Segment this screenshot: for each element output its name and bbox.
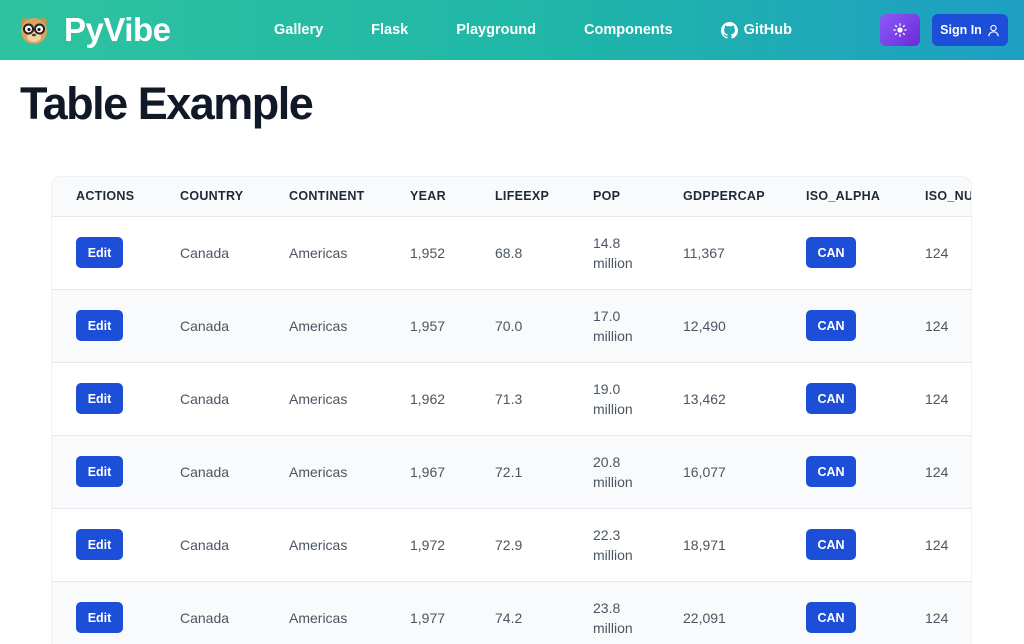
sun-icon: [893, 23, 907, 37]
cell-pop: 23.8 million: [593, 599, 633, 636]
github-icon: [720, 21, 738, 39]
cell-iso-num: 124: [925, 390, 949, 407]
cell-gdppercap: 11,367: [683, 244, 725, 261]
column-header-country: COUNTRY: [180, 189, 244, 204]
cell-year: 1,972: [410, 536, 446, 553]
nav-link-github-label: GitHub: [743, 22, 792, 38]
cell-pop: 14.8 million: [593, 234, 633, 271]
cell-continent: Americas: [289, 536, 348, 553]
edit-button[interactable]: Edit: [76, 383, 123, 414]
cell-pop: 20.8 million: [593, 453, 633, 490]
cell-lifeexp: 74.2: [495, 609, 523, 626]
cell-year: 1,977: [410, 609, 446, 626]
nav-link-github[interactable]: GitHub: [720, 21, 792, 39]
nav-link-flask[interactable]: Flask: [371, 22, 408, 38]
cell-iso-num: 124: [925, 463, 949, 480]
cell-year: 1,967: [410, 463, 446, 480]
cell-iso-num: 124: [925, 536, 949, 553]
column-header-pop: POP: [593, 189, 621, 204]
edit-button[interactable]: Edit: [76, 456, 123, 487]
table-row: Edit Canada Americas 1,957 70.0 17.0 mil…: [52, 289, 971, 362]
iso-alpha-badge[interactable]: CAN: [806, 602, 856, 634]
column-header-actions: ACTIONS: [76, 189, 135, 204]
column-header-year: YEAR: [410, 189, 446, 204]
edit-button[interactable]: Edit: [76, 602, 123, 634]
cell-iso-num: 124: [925, 609, 949, 626]
table-row: Edit Canada Americas 1,977 74.2 23.8 mil…: [52, 581, 971, 644]
cell-gdppercap: 13,462: [683, 390, 726, 407]
cell-continent: Americas: [289, 390, 348, 407]
cell-gdppercap: 18,971: [683, 536, 726, 553]
cell-lifeexp: 70.0: [495, 317, 523, 334]
sign-in-label: Sign In: [940, 23, 982, 37]
cell-country: Canada: [180, 390, 230, 407]
data-table: ACTIONS COUNTRY CONTINENT YEAR LIFEEXP P…: [52, 177, 972, 644]
sign-in-button[interactable]: Sign In: [932, 14, 1008, 46]
table-row: Edit Canada Americas 1,962 71.3 19.0 mil…: [52, 362, 971, 435]
cell-lifeexp: 71.3: [495, 390, 523, 407]
table-row: Edit Canada Americas 1,952 68.8 14.8 mil…: [52, 216, 971, 289]
cell-lifeexp: 72.1: [495, 463, 523, 480]
nav-link-playground[interactable]: Playground: [456, 22, 536, 38]
cell-continent: Americas: [289, 609, 348, 626]
cell-year: 1,957: [410, 317, 446, 334]
cell-lifeexp: 72.9: [495, 536, 523, 553]
cell-country: Canada: [180, 609, 230, 626]
cell-year: 1,962: [410, 390, 446, 407]
navbar: PyVibe Gallery Flask Playground Componen…: [0, 0, 1024, 60]
brand-name: PyVibe: [64, 11, 171, 48]
column-header-gdppercap: GDPPERCAP: [683, 189, 765, 204]
table-row: Edit Canada Americas 1,967 72.1 20.8 mil…: [52, 435, 971, 508]
iso-alpha-badge[interactable]: CAN: [806, 383, 856, 414]
data-table-container[interactable]: ACTIONS COUNTRY CONTINENT YEAR LIFEEXP P…: [51, 176, 972, 644]
nerd-face-logo-icon: [21, 18, 47, 44]
cell-gdppercap: 22,091: [683, 609, 726, 626]
cell-pop: 19.0 million: [593, 380, 633, 417]
page-title: Table Example: [20, 78, 314, 129]
cell-pop: 22.3 million: [593, 526, 633, 563]
nav-links: Gallery Flask Playground Components GitH…: [274, 0, 840, 60]
theme-toggle-button[interactable]: [880, 14, 920, 46]
user-icon: [988, 24, 999, 36]
cell-continent: Americas: [289, 317, 348, 334]
cell-gdppercap: 12,490: [683, 317, 726, 334]
cell-iso-num: 124: [925, 244, 949, 261]
iso-alpha-badge[interactable]: CAN: [806, 237, 856, 268]
edit-button[interactable]: Edit: [76, 237, 123, 268]
edit-button[interactable]: Edit: [76, 529, 123, 560]
iso-alpha-badge[interactable]: CAN: [806, 529, 856, 560]
edit-button[interactable]: Edit: [76, 310, 123, 341]
column-header-iso-num: ISO_NU: [925, 189, 972, 204]
table-row: Edit Canada Americas 1,972 72.9 22.3 mil…: [52, 508, 971, 581]
cell-iso-num: 124: [925, 317, 949, 334]
brand-link[interactable]: PyVibe: [18, 10, 171, 50]
cell-continent: Americas: [289, 463, 348, 480]
column-header-iso-alpha: ISO_ALPHA: [806, 189, 881, 204]
column-header-continent: CONTINENT: [289, 189, 365, 204]
cell-country: Canada: [180, 244, 230, 261]
iso-alpha-badge[interactable]: CAN: [806, 310, 856, 341]
cell-country: Canada: [180, 536, 230, 553]
cell-gdppercap: 16,077: [683, 463, 726, 480]
cell-country: Canada: [180, 317, 230, 334]
cell-continent: Americas: [289, 244, 348, 261]
cell-pop: 17.0 million: [593, 307, 633, 344]
cell-year: 1,952: [410, 244, 446, 261]
nav-link-components[interactable]: Components: [584, 22, 673, 38]
cell-country: Canada: [180, 463, 230, 480]
iso-alpha-badge[interactable]: CAN: [806, 456, 856, 487]
cell-lifeexp: 68.8: [495, 244, 523, 261]
column-header-lifeexp: LIFEEXP: [495, 189, 550, 204]
table-header-row: ACTIONS COUNTRY CONTINENT YEAR LIFEEXP P…: [52, 177, 972, 216]
nav-link-gallery[interactable]: Gallery: [274, 22, 323, 38]
